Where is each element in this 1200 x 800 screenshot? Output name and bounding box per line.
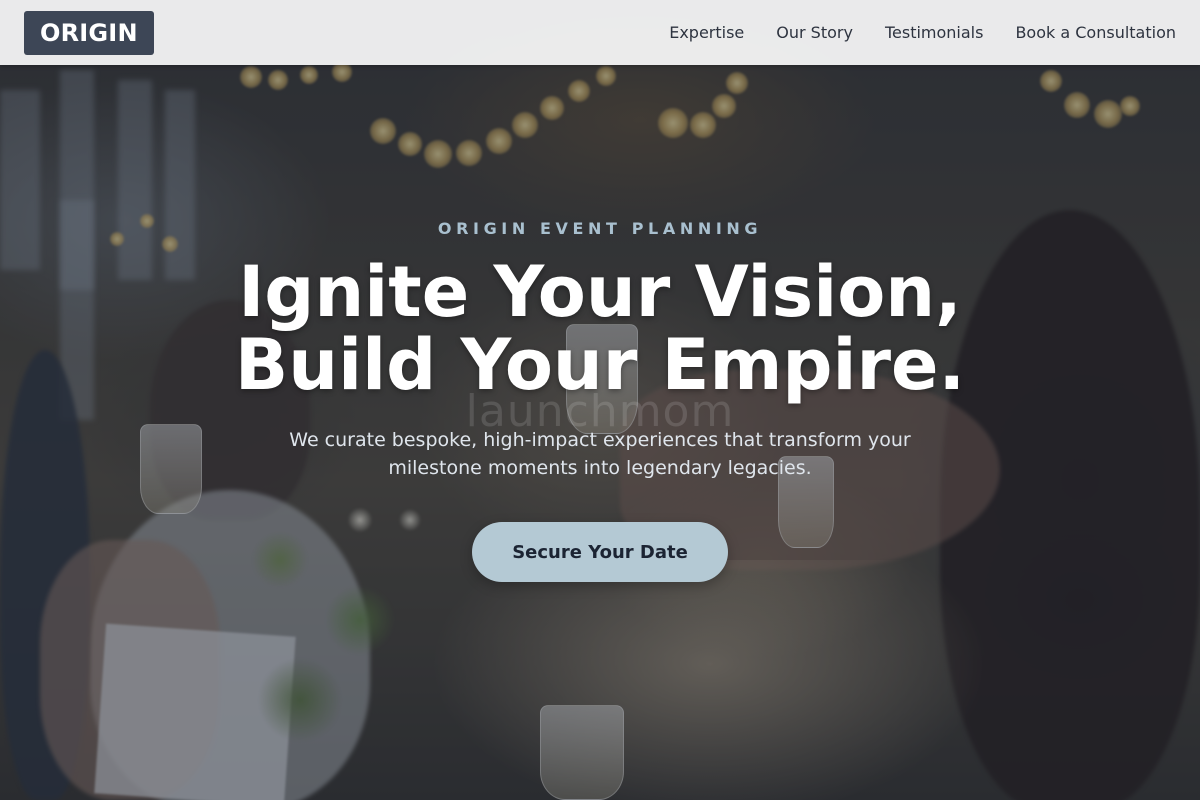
hero-headline-line-1: Ignite Your Vision, bbox=[238, 251, 962, 333]
top-navbar: ORIGIN Expertise Our Story Testimonials … bbox=[0, 0, 1200, 65]
nav-link-testimonials[interactable]: Testimonials bbox=[885, 23, 984, 42]
nav-links: Expertise Our Story Testimonials Book a … bbox=[669, 23, 1176, 42]
brand-logo[interactable]: ORIGIN bbox=[24, 10, 154, 55]
hero-headline: Ignite Your Vision, Build Your Empire. bbox=[0, 256, 1200, 402]
nav-link-book-consultation[interactable]: Book a Consultation bbox=[1015, 23, 1176, 42]
hero-section: ORIGIN EVENT PLANNING Ignite Your Vision… bbox=[0, 0, 1200, 800]
secure-your-date-button[interactable]: Secure Your Date bbox=[472, 522, 728, 582]
hero-subcopy-line-1: We curate bespoke, high-impact experienc… bbox=[289, 429, 911, 451]
hero-eyebrow: ORIGIN EVENT PLANNING bbox=[437, 219, 763, 238]
nav-link-expertise[interactable]: Expertise bbox=[669, 23, 744, 42]
hero-subcopy: We curate bespoke, high-impact experienc… bbox=[250, 426, 950, 482]
hero-subcopy-line-2: milestone moments into legendary legacie… bbox=[388, 457, 812, 479]
nav-link-our-story[interactable]: Our Story bbox=[776, 23, 853, 42]
